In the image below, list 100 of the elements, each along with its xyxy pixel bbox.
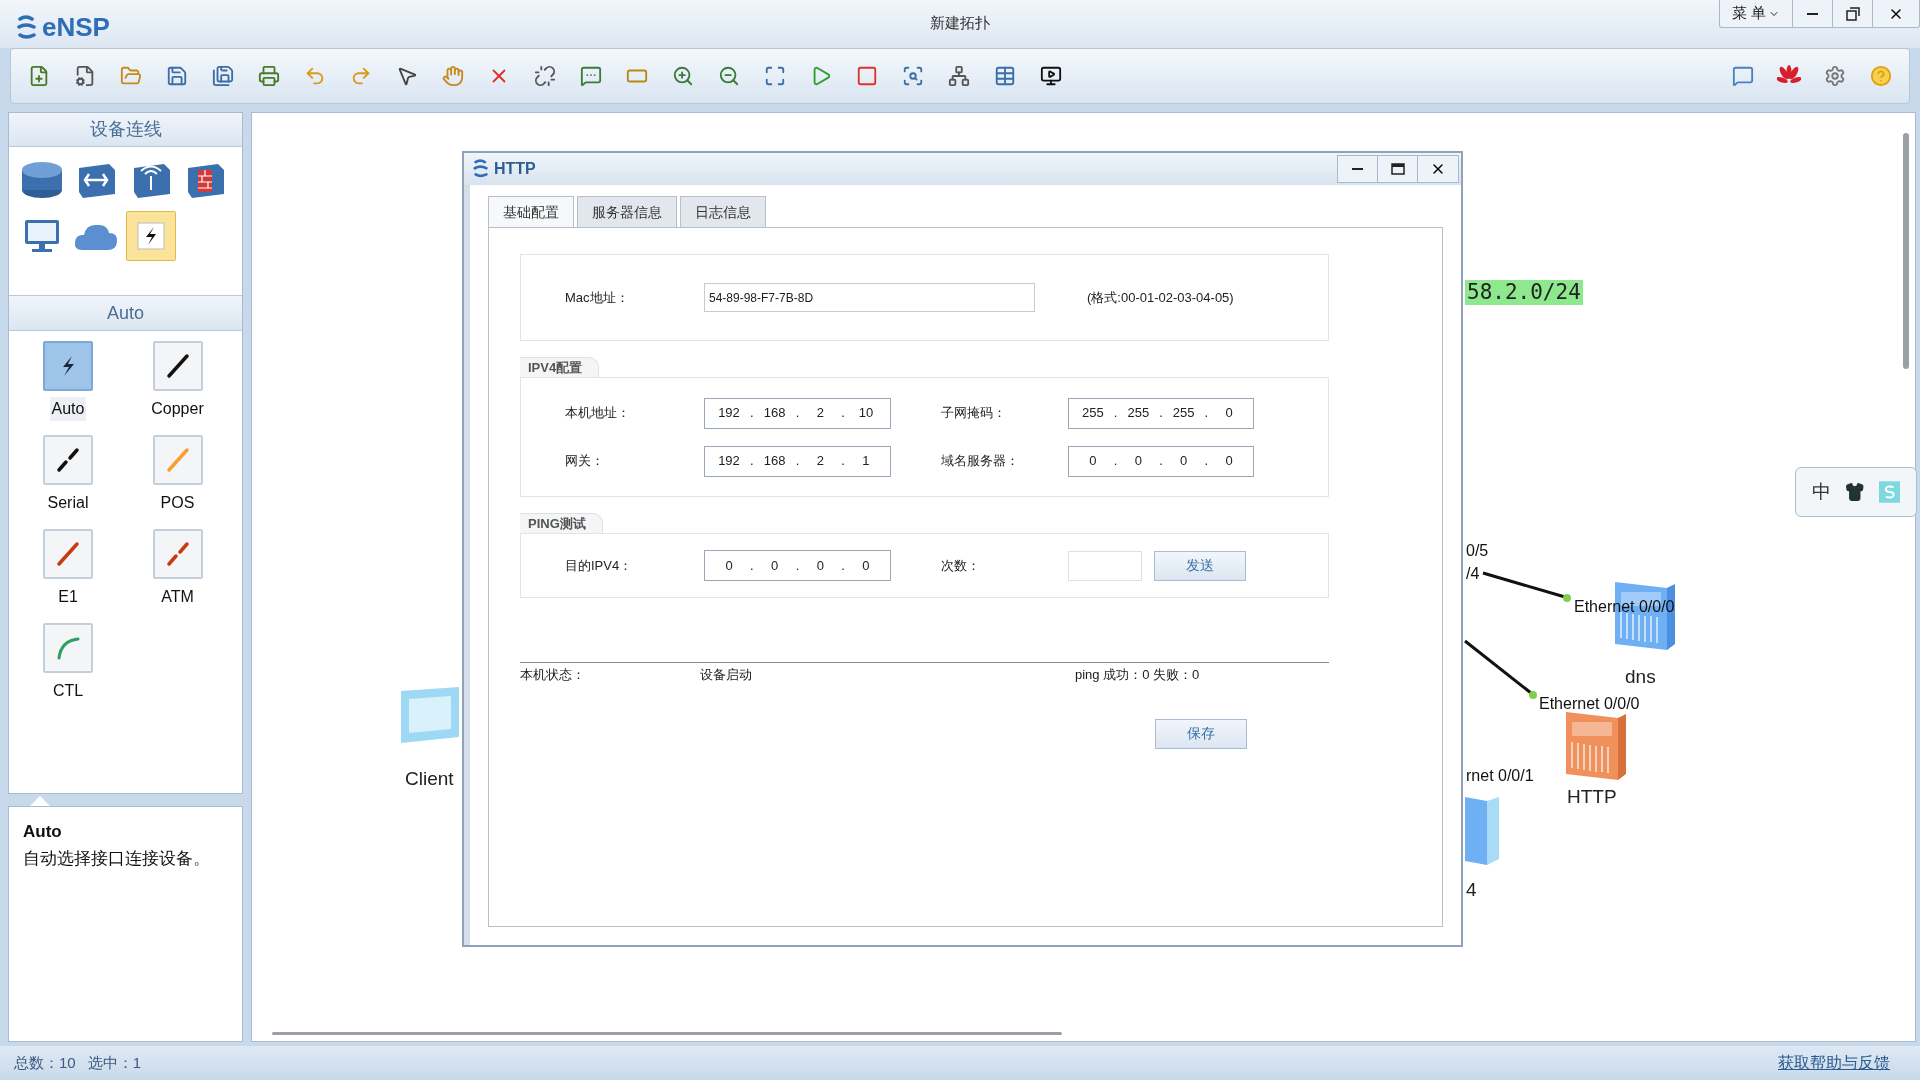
dialog-tab[interactable]: 日志信息 <box>680 196 766 227</box>
scrollbar-thumb[interactable] <box>272 1032 1062 1035</box>
ip-separator: . <box>841 556 845 575</box>
ip-separator: . <box>1159 452 1163 471</box>
field-label: 次数： <box>941 556 981 575</box>
minimize-icon <box>1352 168 1363 170</box>
ip-separator: . <box>841 404 845 423</box>
connection-line[interactable] <box>1464 639 1532 695</box>
ip-octet: 0 <box>724 556 734 575</box>
lightning-icon <box>135 221 166 251</box>
menu-button[interactable]: 菜 单 <box>1719 0 1793 27</box>
ip-separator: . <box>795 404 800 423</box>
logo-icon <box>16 14 38 41</box>
selected-count: 选中：1 <box>87 1052 142 1073</box>
ping-result: ping 成功：0 失败：0 <box>1075 666 1200 684</box>
cable-type-button[interactable]: E1 <box>23 529 113 609</box>
ip-octet: 2 <box>815 404 825 423</box>
scrollbar-thumb[interactable] <box>1903 133 1909 369</box>
description-text: 自动选择接口连接设备。 <box>23 848 211 869</box>
cable-type-button[interactable]: POS <box>132 435 223 515</box>
node-label: Client <box>405 767 454 791</box>
save-button[interactable]: 保存 <box>1155 718 1247 749</box>
status-label: 本机状态： <box>520 666 586 684</box>
field-label: 本机地址： <box>565 404 631 423</box>
ip-separator: . <box>1113 452 1118 471</box>
ip-separator: . <box>750 556 754 575</box>
cable-type-button[interactable]: Serial <box>23 435 113 515</box>
node-label: 4 <box>1466 878 1477 902</box>
dialog-tab[interactable]: 基础配置 <box>488 196 574 227</box>
send-button[interactable]: 发送 <box>1154 550 1246 581</box>
ip-address-field[interactable]: 0 . 0 . 0 . 0 <box>1068 445 1254 477</box>
ip-separator: . <box>750 452 754 471</box>
description-title: Auto <box>23 821 63 843</box>
ip-octet: 0 <box>1224 404 1234 423</box>
cable-type-button[interactable]: CTL <box>23 623 113 703</box>
subnet-label: 58.2.0/24 <box>1465 280 1583 305</box>
ip-address-field[interactable]: 255 . 255 . 255 . 0 <box>1068 397 1254 429</box>
ip-octet: 0 <box>1224 452 1234 471</box>
restore-icon <box>1845 6 1860 21</box>
ip-octet: 168 <box>763 452 786 471</box>
group-title: IPV4配置 <box>520 357 600 377</box>
ip-address-field[interactable]: 192 . 168 . 2 . 1 <box>704 445 891 477</box>
ip-octet: 0 <box>1179 452 1189 471</box>
connection-line[interactable] <box>1482 571 1566 599</box>
router-icon <box>20 160 64 200</box>
format-hint: (格式:00-01-02-03-04-05) <box>1087 288 1234 307</box>
help-link[interactable]: 获取帮助与反馈 <box>1778 1051 1890 1075</box>
count-field[interactable] <box>1068 550 1142 581</box>
ip-octet: 2 <box>815 452 825 471</box>
ip-address-field[interactable]: 0 . 0 . 0 . 0 <box>704 550 891 581</box>
ip-octet: 0 <box>770 556 780 575</box>
minimize-icon <box>1807 12 1818 15</box>
ip-separator: . <box>1159 404 1163 423</box>
panel-header: Auto <box>9 295 242 331</box>
maximize-icon <box>1390 163 1405 175</box>
ip-octet: 0 <box>1088 452 1098 471</box>
group-title: PING测试 <box>520 513 603 533</box>
ip-octet: 255 <box>1081 404 1104 423</box>
port-dot <box>1563 594 1571 602</box>
dialog-tab[interactable]: 服务器信息 <box>577 196 677 227</box>
field-label: 目的IPV4： <box>565 556 634 575</box>
status-value: 设备启动 <box>700 666 753 684</box>
logo-icon <box>472 159 490 179</box>
mac-address-field[interactable]: 54-89-98-F7-7B-8D <box>704 283 1035 312</box>
ip-octet: 1 <box>861 452 871 471</box>
port-dot <box>1529 691 1537 699</box>
ip-octet: 255 <box>1172 404 1195 423</box>
cable-type-button[interactable]: Auto <box>23 341 113 421</box>
cable-type-button[interactable]: Copper <box>132 341 223 421</box>
port-label: /4 <box>1466 564 1480 584</box>
ip-octet: 0 <box>861 556 871 575</box>
panel-header: 设备连线 <box>9 113 242 147</box>
port-label: 0/5 <box>1466 541 1489 561</box>
field-label: 子网掩码： <box>941 404 1007 423</box>
input-mode-label[interactable]: 中 <box>1812 477 1831 507</box>
shirt-icon[interactable] <box>1845 482 1865 502</box>
ip-separator: . <box>795 556 800 575</box>
ip-octet: 192 <box>718 404 740 423</box>
ip-octet: 192 <box>718 452 740 471</box>
app-logo: eNSP <box>42 11 110 44</box>
port-label: rnet 0/0/1 <box>1466 766 1534 786</box>
ip-separator: . <box>1113 404 1118 423</box>
port-label: Ethernet 0/0/0 <box>1539 694 1640 714</box>
cable-type-button[interactable]: ATM <box>132 529 223 609</box>
field-label: Mac地址： <box>565 288 630 307</box>
node-label: HTTP <box>1567 785 1617 809</box>
ip-octet: 10 <box>857 404 875 423</box>
ip-separator: . <box>795 452 800 471</box>
ip-octet: 0 <box>815 556 825 575</box>
field-label: 网关： <box>565 452 605 471</box>
ip-separator: . <box>1204 404 1209 423</box>
monitor-icon <box>22 217 62 255</box>
ip-octet: 168 <box>763 404 786 423</box>
field-label: 域名服务器： <box>941 452 1020 471</box>
node-label: dns <box>1625 665 1656 689</box>
ip-separator: . <box>1204 452 1209 471</box>
dialog-title: HTTP <box>494 159 536 179</box>
window-title: 新建拓扑 <box>930 13 990 33</box>
ip-octet: 0 <box>1133 452 1143 471</box>
ip-address-field[interactable]: 192 . 168 . 2 . 10 <box>704 397 891 429</box>
